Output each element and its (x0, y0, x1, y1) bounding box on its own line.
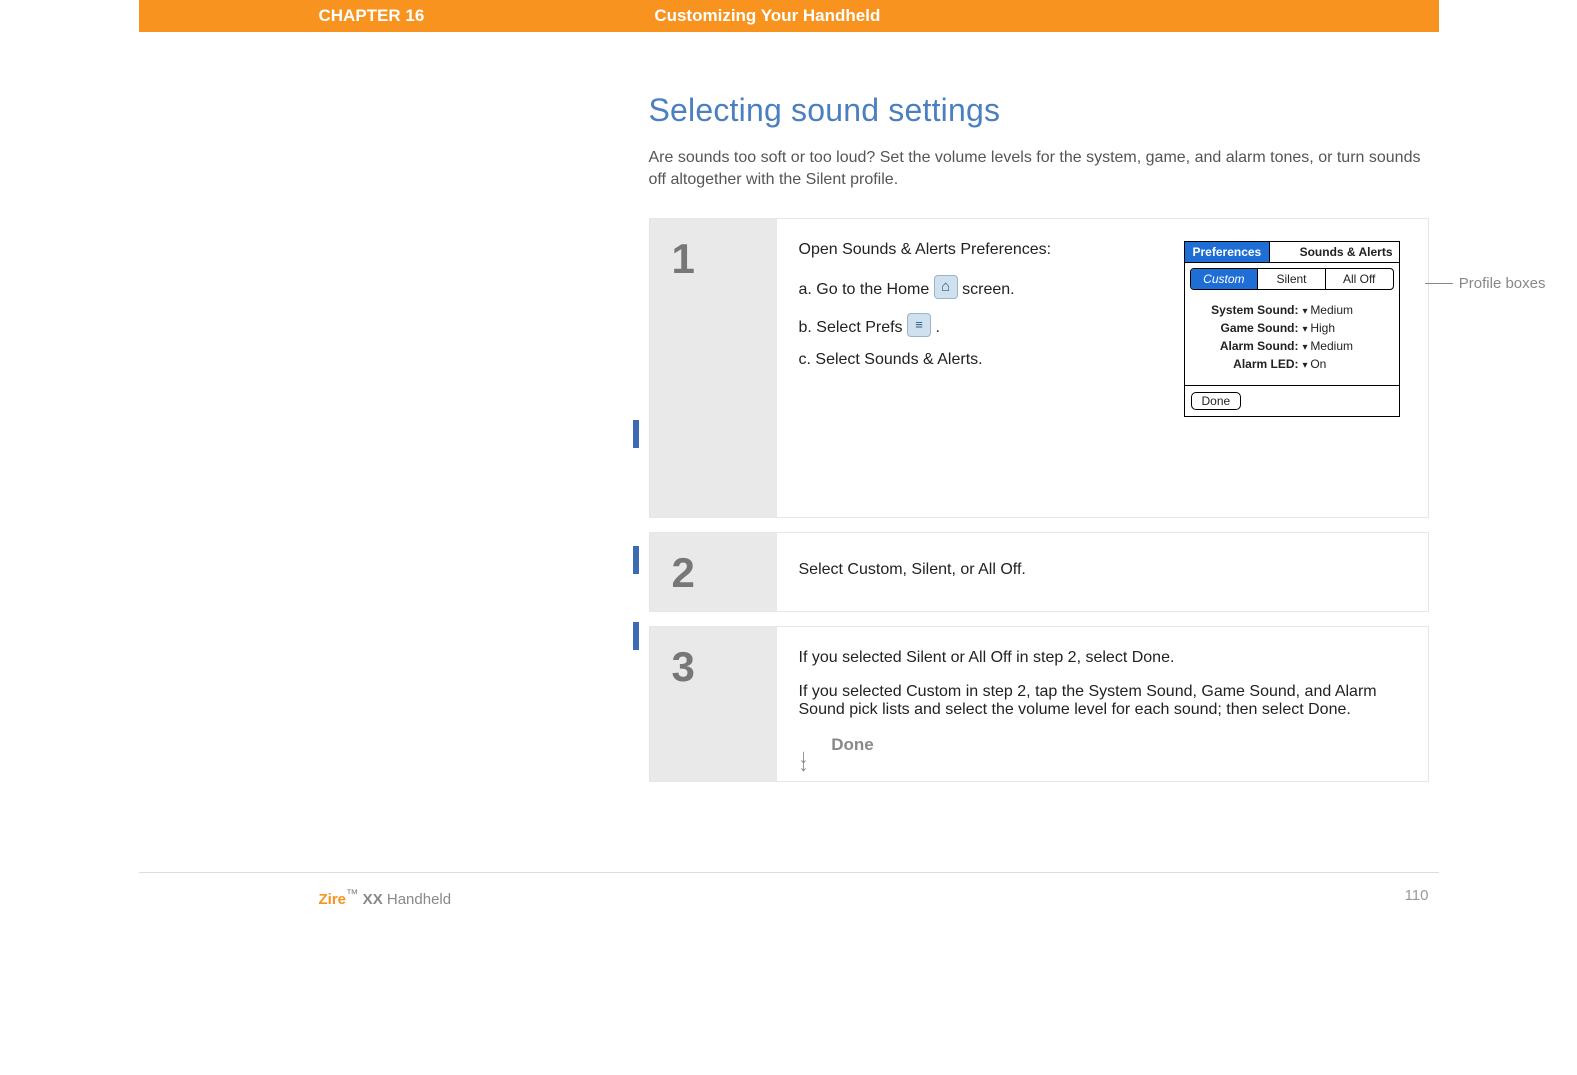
profile-tabs: Custom Silent All Off (1190, 268, 1394, 290)
step-1a-post: screen. (962, 281, 1014, 298)
step-1a-pre: a. Go to the Home (799, 281, 934, 298)
label-alarm-led: Alarm LED: (1193, 357, 1303, 371)
step-1b-pre: b. Select Prefs (799, 319, 908, 336)
footer-brand: Zire™ XX Handheld (319, 887, 452, 908)
pref-titlebar-left: Preferences (1185, 242, 1271, 262)
done-label: Done (831, 735, 874, 754)
pref-done-button[interactable]: Done (1191, 392, 1242, 410)
step-1-content: Open Sounds & Alerts Preferences: a. Go … (777, 219, 1428, 517)
footer-brand-rest: Handheld (383, 891, 451, 908)
preferences-screenshot: Preferences Sounds & Alerts Custom Silen… (1184, 241, 1400, 417)
step-2-content: Select Custom, Silent, or All Off. (777, 533, 1428, 611)
step-2-text: Select Custom, Silent, or All Off. (799, 561, 1400, 579)
label-alarm-sound: Alarm Sound: (1193, 339, 1303, 353)
step-3-p1: If you selected Silent or All Off in ste… (799, 649, 1400, 667)
step-2: 2 Select Custom, Silent, or All Off. (649, 532, 1429, 612)
annotation-text: Profile boxes (1459, 275, 1546, 292)
change-bar-2 (633, 546, 639, 574)
home-icon (934, 275, 958, 299)
pref-titlebar-right: Sounds & Alerts (1270, 242, 1398, 262)
step-number: 2 (650, 533, 777, 611)
pick-game-sound[interactable]: High (1303, 321, 1336, 335)
row-alarm-sound: Alarm Sound: Medium (1193, 339, 1391, 353)
done-indicator: Done (799, 735, 1400, 755)
chapter-header: CHAPTER 16 Customizing Your Handheld (139, 0, 1439, 32)
step-3-content: If you selected Silent or All Off in ste… (777, 627, 1428, 781)
step-number: 1 (650, 219, 777, 517)
tab-alloff[interactable]: All Off (1326, 269, 1393, 289)
step-3: 3 If you selected Silent or All Off in s… (649, 626, 1429, 782)
row-alarm-led: Alarm LED: On (1193, 357, 1391, 371)
pick-alarm-led[interactable]: On (1303, 357, 1327, 371)
change-bar-3 (633, 622, 639, 650)
change-bar-1 (633, 420, 639, 448)
step-3-p2: If you selected Custom in step 2, tap th… (799, 683, 1400, 719)
pick-alarm-sound[interactable]: Medium (1303, 339, 1354, 353)
tab-custom[interactable]: Custom (1191, 269, 1259, 289)
footer-brand-tm: ™ (346, 887, 359, 901)
tab-silent[interactable]: Silent (1258, 269, 1326, 289)
annotation-profile-boxes: Profile boxes (1425, 275, 1546, 292)
chapter-title: Customizing Your Handheld (654, 6, 880, 26)
footer-brand-name: Zire (319, 891, 347, 908)
section-heading: Selecting sound settings (649, 92, 1439, 129)
step-number: 3 (650, 627, 777, 781)
footer-brand-model: XX (359, 891, 383, 908)
annotation-leader-line (1425, 283, 1453, 285)
prefs-icon (907, 313, 931, 337)
section-intro: Are sounds too soft or too loud? Set the… (649, 147, 1429, 190)
pick-system-sound[interactable]: Medium (1303, 303, 1354, 317)
page-footer: Zire™ XX Handheld 110 (139, 872, 1439, 908)
chapter-label: CHAPTER 16 (319, 6, 425, 26)
step-1: 1 Open Sounds & Alerts Preferences: a. G… (649, 218, 1429, 518)
footer-page-number: 110 (1405, 887, 1429, 908)
row-system-sound: System Sound: Medium (1193, 303, 1391, 317)
label-system-sound: System Sound: (1193, 303, 1303, 317)
step-1b-post: . (935, 319, 939, 336)
label-game-sound: Game Sound: (1193, 321, 1303, 335)
row-game-sound: Game Sound: High (1193, 321, 1391, 335)
